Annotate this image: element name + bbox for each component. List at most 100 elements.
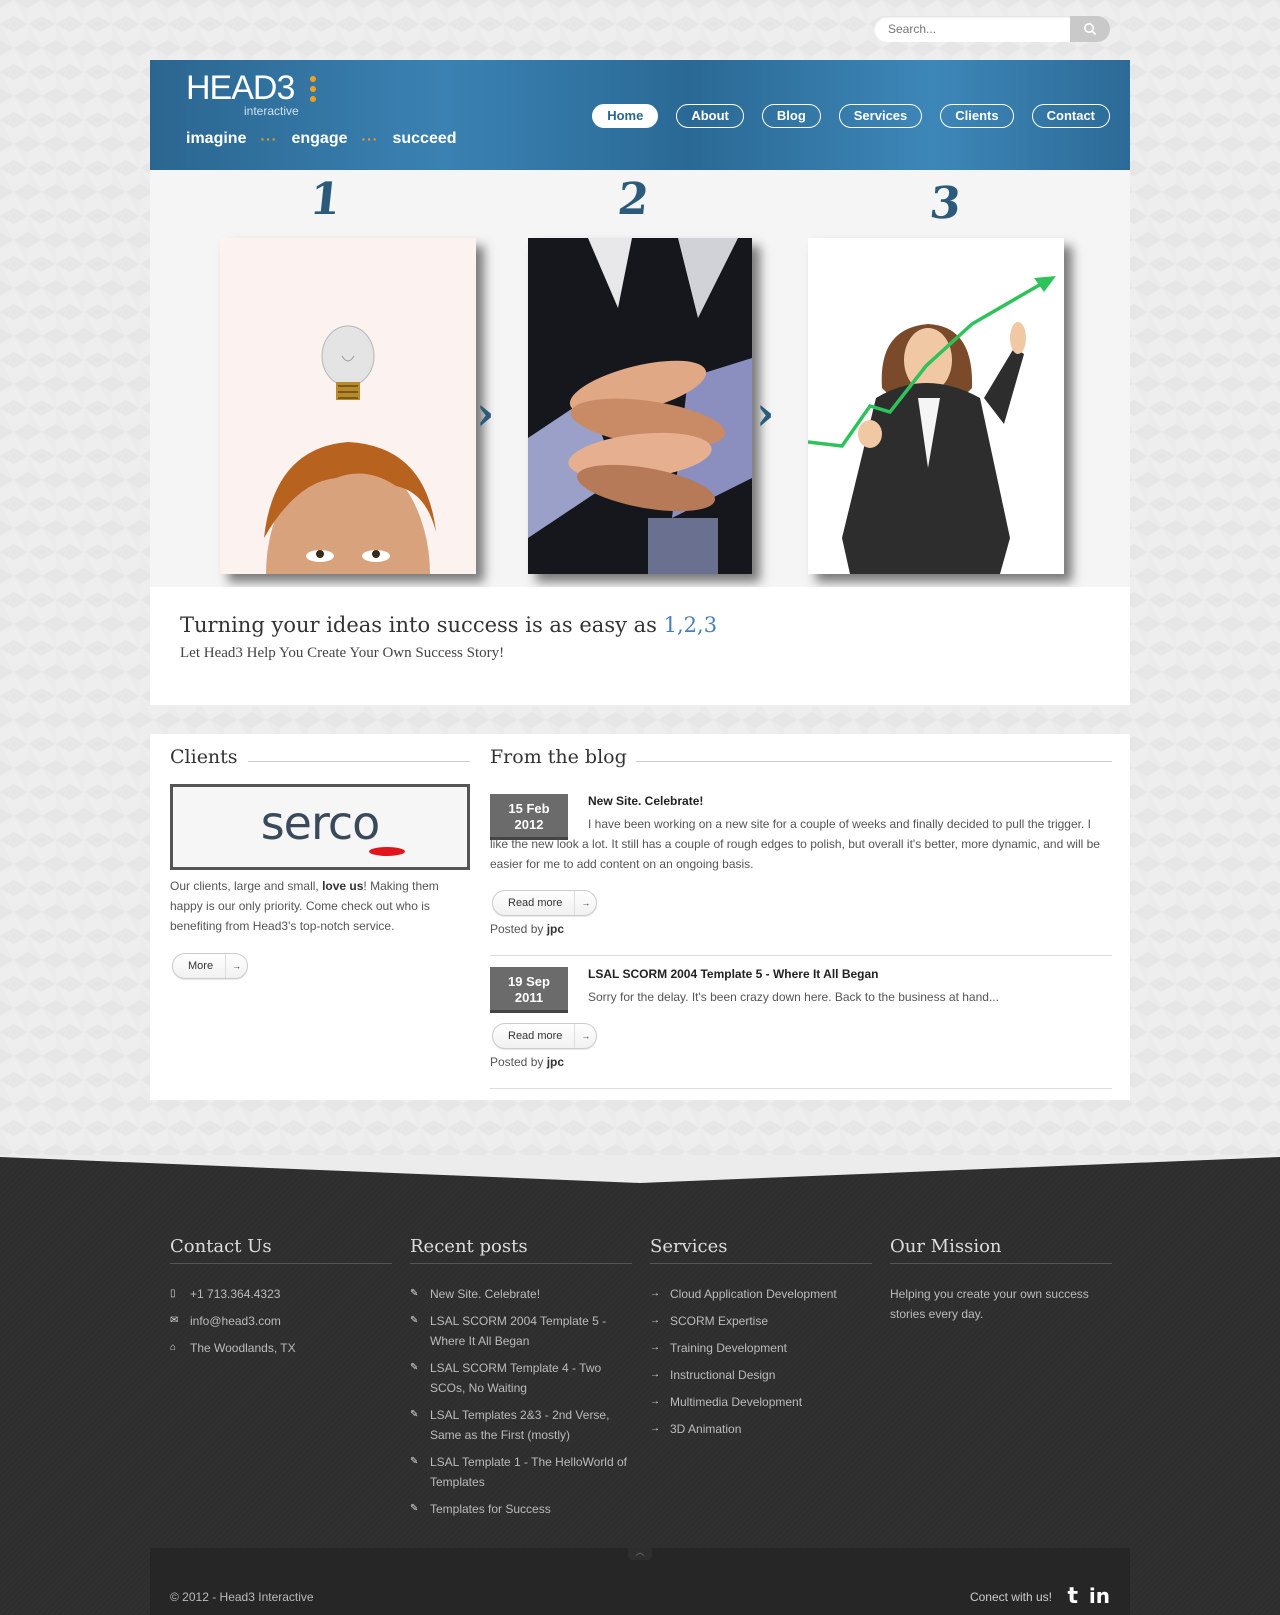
tagline-separator: ··· — [361, 131, 379, 147]
recent-post-link[interactable]: ✎ LSAL SCORM 2004 Template 5 - Where It A… — [410, 1311, 632, 1351]
blog-title-rule — [636, 761, 1112, 762]
step-number-1: 1 — [307, 174, 344, 225]
pencil-icon: ✎ — [410, 1288, 419, 1299]
tagline-imagine: imagine — [186, 130, 247, 147]
pencil-icon: ✎ — [410, 1362, 419, 1373]
nav-services[interactable]: Services — [838, 104, 923, 128]
envelope-icon: ✉ — [170, 1315, 179, 1326]
nav-contact[interactable]: Contact — [1031, 104, 1110, 128]
post-author: Posted by jpc — [490, 1055, 565, 1069]
step-number-2: 2 — [615, 174, 652, 225]
footer-services: Services → Cloud Application Development … — [650, 1236, 872, 1446]
pencil-icon: ✎ — [410, 1315, 419, 1326]
footer-services-title: Services — [650, 1236, 872, 1264]
service-link[interactable]: → Cloud Application Development — [650, 1284, 872, 1304]
search-button[interactable] — [1070, 16, 1110, 42]
tagline-engage: engage — [291, 130, 348, 147]
step-arrow-2: › — [756, 386, 775, 440]
post-author: Posted by jpc — [490, 922, 565, 936]
intro-subline: Let Head3 Help You Create Your Own Succe… — [180, 645, 505, 661]
recent-post-link[interactable]: ✎ New Site. Celebrate! — [410, 1284, 632, 1304]
arrow-right-icon: → — [650, 1342, 660, 1353]
connect-label: Conect with us! — [969, 1590, 1052, 1604]
recent-post-link[interactable]: ✎ Templates for Success — [410, 1499, 632, 1519]
footer-top-edge — [0, 1155, 1280, 1183]
chevron-up-icon: ︿ — [635, 1548, 645, 1558]
phone-icon: ▯ — [170, 1288, 176, 1299]
nav-clients[interactable]: Clients — [940, 104, 1014, 128]
success-photo — [808, 238, 1064, 574]
service-link[interactable]: → Multimedia Development — [650, 1392, 872, 1412]
twitter-icon[interactable]: t — [1067, 1584, 1078, 1609]
contact-location: ⌂ The Woodlands, TX — [170, 1338, 392, 1358]
arrow-right-icon: → — [650, 1288, 660, 1299]
nav-about[interactable]: About — [676, 104, 744, 128]
contact-phone[interactable]: ▯ +1 713.364.4323 — [170, 1284, 392, 1304]
arrow-right-icon: → — [574, 1024, 596, 1048]
footer-mission: Our Mission Helping you create your own … — [890, 1236, 1112, 1324]
arrow-right-icon: → — [650, 1315, 660, 1326]
arrow-right-icon: → — [650, 1423, 660, 1434]
linkedin-icon[interactable]: in — [1089, 1584, 1110, 1608]
service-link[interactable]: → 3D Animation — [650, 1419, 872, 1439]
footer-bottom-bar: ︿ © 2012 - Head3 Interactive Conect with… — [150, 1548, 1130, 1615]
arrow-right-icon: → — [650, 1396, 660, 1407]
post-divider — [490, 955, 1112, 956]
logo-dots — [310, 76, 318, 106]
intro-panel: Turning your ideas into success is as ea… — [150, 587, 1130, 705]
search-icon — [1084, 23, 1097, 36]
read-more-button[interactable]: Read more → — [492, 1023, 598, 1049]
nav-home[interactable]: Home — [592, 104, 659, 128]
intro-highlight[interactable]: 1,2,3 — [664, 613, 717, 637]
site-footer — [0, 1155, 1280, 1615]
tagline-succeed: succeed — [392, 130, 457, 147]
footer-mission-title: Our Mission — [890, 1236, 1112, 1264]
post-title[interactable]: LSAL SCORM 2004 Template 5 - Where It Al… — [588, 967, 879, 981]
pencil-icon: ✎ — [410, 1503, 419, 1514]
site-logo[interactable]: HEAD3 interactive — [186, 69, 316, 118]
footer-contact: Contact Us ▯ +1 713.364.4323 ✉ info@head3.… — [170, 1236, 392, 1365]
clients-title-rule — [248, 761, 470, 762]
step-arrow-1: › — [476, 386, 495, 440]
tagline-separator: ··· — [260, 131, 278, 147]
arrow-right-icon: → — [650, 1369, 660, 1380]
hero-banner: 1 2 3 › › — [150, 170, 1130, 587]
author-link[interactable]: jpc — [547, 1055, 564, 1069]
service-link[interactable]: → SCORM Expertise — [650, 1311, 872, 1331]
search-box — [874, 16, 1110, 42]
client-logo-swoosh — [369, 847, 405, 856]
recent-post-link[interactable]: ✎ LSAL Templates 2&3 - 2nd Verse, Same as… — [410, 1405, 632, 1445]
post-divider — [490, 1088, 1112, 1089]
intro-headline: Turning your ideas into success is as ea… — [180, 613, 718, 637]
clients-title: Clients — [170, 746, 238, 768]
post-excerpt: Sorry for the delay. It's been crazy dow… — [588, 990, 999, 1004]
author-link[interactable]: jpc — [547, 922, 564, 936]
logo-subtitle: interactive — [244, 104, 299, 118]
tagline: imagine ··· engage ··· succeed — [186, 130, 457, 148]
content-area: Clients serco Our clients, large and sma… — [150, 734, 1130, 1100]
nav-blog[interactable]: Blog — [761, 104, 821, 128]
contact-email[interactable]: ✉ info@head3.com — [170, 1311, 392, 1331]
clients-more-button[interactable]: More → — [172, 953, 249, 979]
arrow-right-icon: → — [225, 954, 247, 978]
search-input[interactable] — [888, 20, 1068, 38]
service-link[interactable]: → Training Development — [650, 1338, 872, 1358]
client-logo-serco[interactable]: serco — [170, 784, 470, 870]
copyright: © 2012 - Head3 Interactive — [170, 1590, 314, 1604]
read-more-button[interactable]: Read more → — [492, 890, 598, 916]
blog-title: From the blog — [490, 746, 627, 768]
home-icon: ⌂ — [170, 1342, 177, 1353]
post-title[interactable]: New Site. Celebrate! — [588, 794, 703, 808]
recent-post-link[interactable]: ✎ LSAL Template 1 - The HelloWorld of Tem… — [410, 1452, 632, 1492]
footer-contact-title: Contact Us — [170, 1236, 392, 1264]
back-to-top-button[interactable]: ︿ — [628, 1548, 652, 1560]
step-number-3: 3 — [927, 178, 964, 229]
recent-post-link[interactable]: ✎ LSAL SCORM Template 4 - Two SCOs, No Wa… — [410, 1358, 632, 1398]
footer-recent-posts: Recent posts ✎ New Site. Celebrate! ✎ LSAL… — [410, 1236, 632, 1526]
teamwork-photo — [528, 238, 752, 574]
logo-wordmark: HEAD3 — [186, 69, 295, 107]
clients-description: Our clients, large and small, love us! M… — [170, 879, 439, 933]
pencil-icon: ✎ — [410, 1409, 419, 1420]
service-link[interactable]: → Instructional Design — [650, 1365, 872, 1385]
site-header: HEAD3 interactive imagine ··· engage ···… — [150, 60, 1130, 170]
